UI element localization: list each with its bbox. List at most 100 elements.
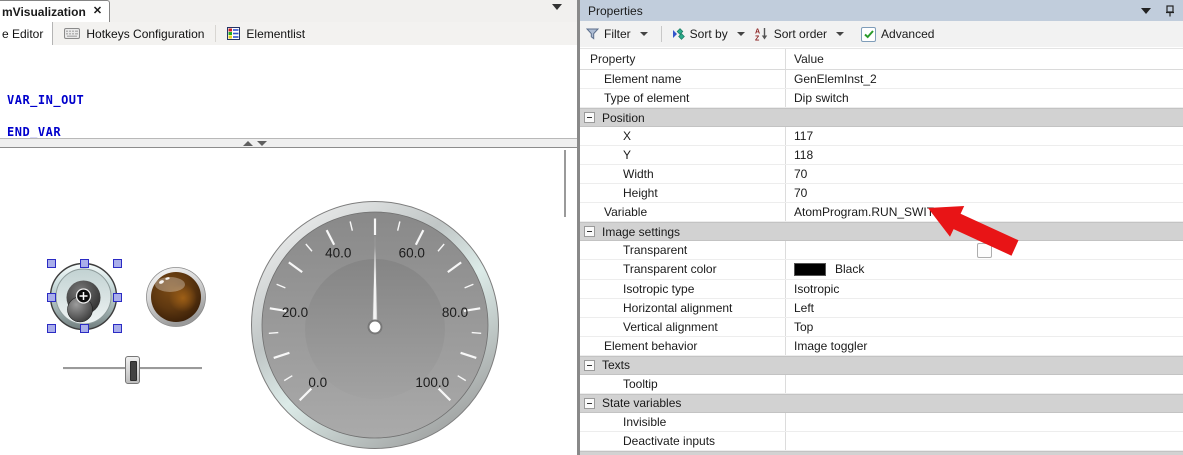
slider-handle[interactable] <box>125 356 140 384</box>
selection-handle[interactable] <box>80 259 89 268</box>
slider-handle-slot <box>130 361 137 381</box>
selection-handle[interactable] <box>113 259 122 268</box>
close-icon[interactable]: ✕ <box>93 6 102 17</box>
property-value[interactable]: Black <box>785 260 1183 279</box>
gauge-widget[interactable]: 0.0 20.0 40.0 60.0 80.0 100.0 <box>251 201 499 449</box>
property-row-vertical-alignment[interactable]: Vertical alignment Top <box>580 317 1183 337</box>
property-label: Tooltip <box>623 376 658 391</box>
tab-list-dropdown-icon[interactable] <box>552 4 562 10</box>
keyboard-icon <box>64 28 81 39</box>
property-row-x[interactable]: X 117 <box>580 127 1183 147</box>
property-row-transparent[interactable]: Transparent <box>580 241 1183 261</box>
property-label: Y <box>623 148 632 163</box>
pin-icon[interactable] <box>1165 4 1175 17</box>
lamp-widget[interactable] <box>146 267 206 327</box>
gauge-tick <box>471 331 482 335</box>
property-row-element-name[interactable]: Element name GenElemInst_2 <box>580 70 1183 90</box>
subtab-elementlist[interactable]: Elementlist <box>216 22 316 45</box>
tab-visualization-label: mVisualization <box>2 4 86 19</box>
subtab-editor[interactable]: e Editor <box>0 22 54 45</box>
property-row-transparent-color[interactable]: Transparent color Black <box>580 260 1183 280</box>
subtab-editor-label: e Editor <box>2 26 44 41</box>
svg-text:A: A <box>755 29 760 36</box>
collapse-minus-icon[interactable] <box>584 226 595 238</box>
property-row-invisible[interactable]: Invisible <box>580 412 1183 432</box>
collapse-minus-icon[interactable] <box>584 359 595 371</box>
group-row-image-settings[interactable]: Image settings <box>580 222 1183 242</box>
selection-handle[interactable] <box>47 324 56 333</box>
selection-handle[interactable] <box>47 259 56 268</box>
property-value[interactable]: 70 <box>785 165 1183 184</box>
property-row-type-of-element[interactable]: Type of element Dip switch <box>580 89 1183 109</box>
property-label: Property <box>590 52 636 66</box>
gauge-scale-label: 40.0 <box>325 245 351 260</box>
filter-dropdown-icon[interactable] <box>639 32 648 36</box>
declaration-editor[interactable]: VAR_IN_OUT END_VAR 100 % <box>0 45 577 185</box>
property-value[interactable]: 117 <box>785 127 1183 146</box>
property-value[interactable]: Isotropic <box>785 279 1183 298</box>
selection-handle[interactable] <box>113 324 122 333</box>
property-row-deactivate-inputs[interactable]: Deactivate inputs <box>580 431 1183 451</box>
advanced-checkbox-label: Advanced <box>881 27 935 41</box>
horizontal-splitter[interactable] <box>0 138 577 148</box>
splitter-collapse-up-icon[interactable] <box>243 141 253 146</box>
sort-order-icon: A Z <box>755 28 767 41</box>
sort-by-button[interactable]: Sort by <box>690 27 728 41</box>
group-row-position[interactable]: Position <box>580 108 1183 128</box>
sort-by-dropdown-icon[interactable] <box>736 32 745 36</box>
collapse-minus-icon[interactable] <box>584 397 595 409</box>
selection-handle[interactable] <box>113 293 122 302</box>
property-row-y[interactable]: Y 118 <box>580 146 1183 166</box>
group-row-state-variables[interactable]: State variables <box>580 393 1183 413</box>
value-text: Isotropic <box>794 281 840 296</box>
gauge-scale-label: 20.0 <box>282 305 308 320</box>
selection-handle[interactable] <box>80 324 89 333</box>
gauge-needle-hub <box>367 319 383 335</box>
advanced-checkbox[interactable] <box>861 26 877 42</box>
property-value[interactable]: Dip switch <box>785 89 1183 108</box>
sort-order-dropdown-icon[interactable] <box>836 32 845 36</box>
panel-menu-icon[interactable] <box>1141 7 1151 14</box>
property-value[interactable]: Left <box>785 298 1183 317</box>
gauge-tick <box>268 331 279 335</box>
selection-handle[interactable] <box>47 293 56 302</box>
property-row-height[interactable]: Height 70 <box>580 184 1183 204</box>
subtab-hotkeys-configuration[interactable]: Hotkeys Configuration <box>53 22 215 45</box>
properties-title: Properties <box>588 3 643 18</box>
splitter-collapse-down-icon[interactable] <box>257 141 267 146</box>
property-value[interactable]: Top <box>785 317 1183 336</box>
filter-button[interactable]: Filter <box>604 27 631 41</box>
property-row-horizontal-alignment[interactable]: Horizontal alignment Left <box>580 298 1183 318</box>
group-row-blank[interactable] <box>580 450 1183 455</box>
property-value[interactable]: Image toggler <box>785 336 1183 355</box>
property-row-element-behavior[interactable]: Element behavior Image toggler <box>580 336 1183 356</box>
property-label: Vertical alignment <box>623 319 718 334</box>
value-text: 117 <box>794 129 814 144</box>
property-value[interactable] <box>785 412 1183 431</box>
property-row-variable[interactable]: Variable AtomProgram.RUN_SWITCH <box>580 203 1183 223</box>
subtab-elementlist-label: Elementlist <box>246 26 306 41</box>
dip-switch-widget[interactable] <box>50 263 117 330</box>
canvas-vertical-scrollbar[interactable] <box>564 150 566 217</box>
gauge-scale-label: 60.0 <box>399 245 425 260</box>
group-row-texts[interactable]: Texts <box>580 355 1183 375</box>
property-value[interactable]: GenElemInst_2 <box>785 70 1183 89</box>
collapse-minus-icon[interactable] <box>584 112 595 124</box>
color-swatch[interactable] <box>794 262 826 276</box>
property-row-isotropic-type[interactable]: Isotropic type Isotropic <box>580 279 1183 299</box>
property-value[interactable] <box>785 431 1183 450</box>
property-row-width[interactable]: Width 70 <box>580 165 1183 185</box>
annotation-arrow-icon <box>928 206 1019 256</box>
tab-visualization[interactable]: mVisualization ✕ <box>0 0 111 22</box>
property-grid: Property Value Element name GenElemInst_2 Ty… <box>580 48 1183 455</box>
sort-order-button[interactable]: Sort order <box>774 27 827 41</box>
property-row-tooltip[interactable]: Tooltip <box>580 374 1183 394</box>
property-value[interactable]: 118 <box>785 146 1183 165</box>
property-value[interactable] <box>785 374 1183 393</box>
properties-title-bar: Properties <box>580 0 1183 21</box>
visualization-canvas[interactable]: 0.0 20.0 40.0 60.0 80.0 100.0 <box>0 148 577 455</box>
property-label: Transparent <box>623 243 688 258</box>
toolbar-separator <box>660 26 662 42</box>
property-label: Invisible <box>623 414 667 429</box>
application-window: mVisualization ✕ e Editor Hotkeys Config… <box>0 0 1183 455</box>
